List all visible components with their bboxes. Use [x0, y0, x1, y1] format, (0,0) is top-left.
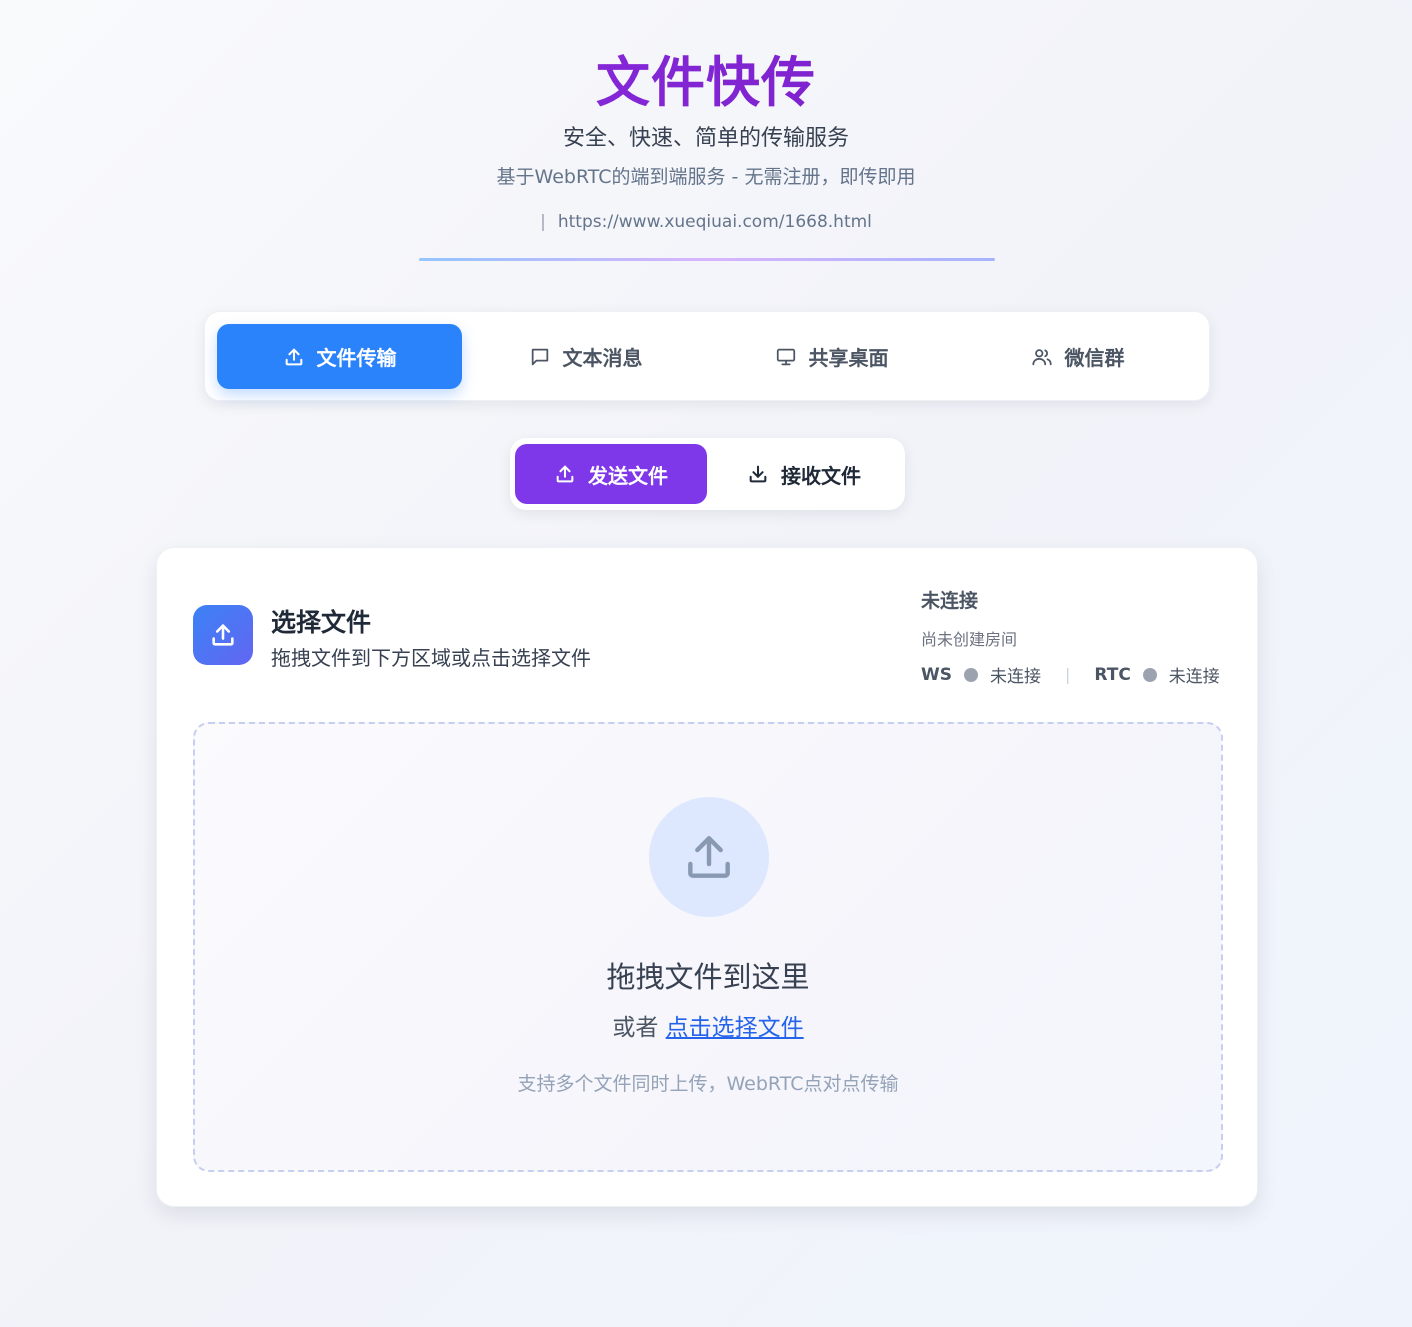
tab-label: 接收文件	[781, 463, 861, 488]
mode-tab-bar: 发送文件 接收文件	[510, 438, 905, 510]
file-select-card: 选择文件 拖拽文件到下方区域或点击选择文件 未连接 尚未创建房间 WS 未连接 …	[156, 547, 1258, 1207]
source-url: | https://www.xueqiuai.com/1668.html	[0, 212, 1412, 232]
page-tagline: 基于WebRTC的端到端服务 - 无需注册，即传即用	[496, 166, 916, 188]
tab-label: 文件传输	[316, 346, 397, 370]
room-status: 尚未创建房间	[921, 630, 1018, 649]
tab-share-desktop[interactable]: 共享桌面	[709, 324, 954, 389]
page-subtitle: 安全、快速、简单的传输服务	[562, 126, 849, 151]
dropzone-note: 支持多个文件同时上传，WebRTC点对点传输	[517, 1073, 899, 1095]
upload-icon	[688, 836, 730, 878]
users-icon	[1031, 348, 1052, 365]
rtc-state: 未连接	[1168, 667, 1220, 687]
card-title: 选择文件	[271, 608, 372, 637]
channel-status-row: WS 未连接 | RTC 未连接	[921, 662, 1223, 688]
ws-state: 未连接	[990, 667, 1041, 687]
ws-label: WS	[921, 664, 952, 685]
rtc-status-dot	[1142, 667, 1157, 682]
upload-icon	[285, 348, 302, 365]
receive-file-tab[interactable]: 接收文件	[708, 444, 900, 504]
tab-label: 文本消息	[562, 346, 643, 370]
dropzone-title: 拖拽文件到这里	[606, 960, 810, 994]
status-separator: |	[1065, 665, 1071, 684]
upload-icon	[212, 624, 234, 646]
send-file-tab[interactable]: 发送文件	[515, 444, 707, 504]
card-description: 拖拽文件到下方区域或点击选择文件	[271, 646, 591, 670]
page-title: 文件快传	[0, 38, 1412, 117]
download-icon	[749, 465, 767, 483]
connection-status: 未连接	[921, 590, 979, 612]
main-tab-bar: 文件传输 文本消息 共享桌面 微信群	[204, 311, 1210, 401]
tab-label: 发送文件	[588, 463, 668, 488]
url-separator: |	[540, 212, 546, 232]
tab-file-transfer[interactable]: 文件传输	[217, 324, 462, 389]
card-upload-badge	[193, 605, 253, 665]
dropzone-icon-circle	[649, 797, 769, 917]
tab-label: 微信群	[1064, 346, 1125, 370]
page-frame: 文件快传 安全、快速、简单的传输服务 基于WebRTC的端到端服务 - 无需注册…	[0, 0, 1412, 1327]
tab-label: 共享桌面	[808, 346, 889, 370]
header-divider	[419, 258, 995, 261]
ws-status-dot	[964, 667, 978, 682]
file-dropzone[interactable]: 拖拽文件到这里 或者 点击选择文件 支持多个文件同时上传，WebRTC点对点传输	[193, 722, 1223, 1172]
tab-text-message[interactable]: 文本消息	[463, 324, 708, 389]
monitor-icon	[776, 348, 795, 365]
dropzone-prefix: 或者	[612, 1015, 659, 1041]
dropzone-subtitle: 或者 点击选择文件	[195, 1008, 1221, 1042]
url-text[interactable]: https://www.xueqiuai.com/1668.html	[558, 212, 872, 232]
tab-wechat-group[interactable]: 微信群	[955, 324, 1200, 389]
rtc-label: RTC	[1094, 664, 1131, 685]
message-icon	[531, 348, 548, 365]
choose-file-link[interactable]: 点击选择文件	[666, 1015, 804, 1041]
upload-icon	[556, 465, 574, 483]
